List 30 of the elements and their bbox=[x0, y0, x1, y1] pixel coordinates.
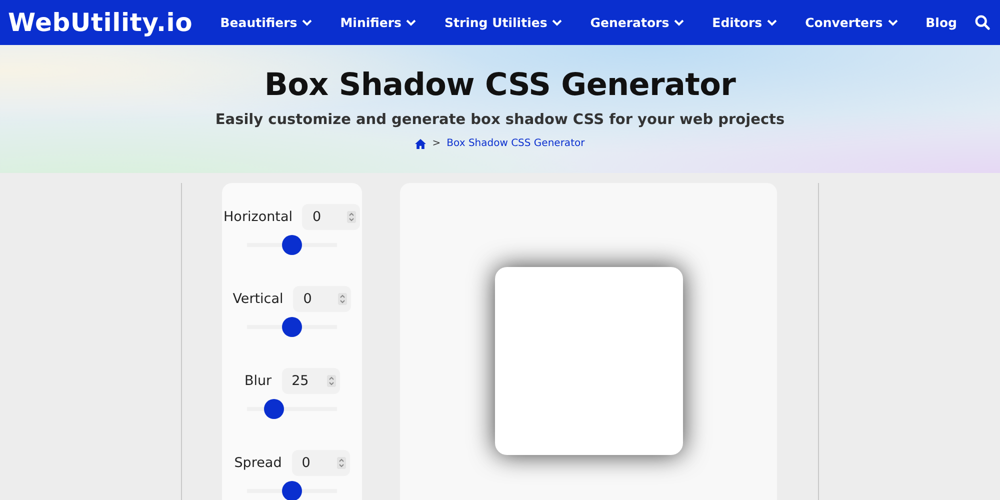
nav-link[interactable]: Editors bbox=[712, 15, 778, 30]
nav-link[interactable]: Blog bbox=[926, 15, 957, 30]
nav-link[interactable]: Beautifiers bbox=[220, 15, 312, 30]
page-subtitle: Easily customize and generate box shadow CSS for your web projects bbox=[215, 112, 785, 128]
nav-link[interactable]: Generators bbox=[590, 15, 684, 30]
control-label: Vertical bbox=[232, 291, 284, 307]
nav-link[interactable]: Converters bbox=[805, 15, 898, 30]
nav-link[interactable]: Minifiers bbox=[340, 15, 416, 30]
slider-thumb[interactable] bbox=[282, 235, 302, 255]
spinner-icon[interactable] bbox=[347, 211, 356, 223]
site-logo[interactable]: WebUtility.io bbox=[8, 8, 193, 37]
breadcrumb-link[interactable]: Box Shadow CSS Generator bbox=[446, 138, 585, 149]
home-icon[interactable] bbox=[415, 138, 426, 148]
slider-thumb[interactable] bbox=[282, 317, 302, 337]
number-field[interactable]: 0 bbox=[292, 450, 350, 476]
search-icon[interactable] bbox=[975, 15, 990, 30]
slider-thumb[interactable] bbox=[282, 481, 302, 500]
number-field[interactable]: 0 bbox=[302, 204, 360, 230]
number-field[interactable]: 0 bbox=[293, 286, 352, 312]
number-field[interactable]: 25 bbox=[282, 368, 340, 394]
slider-thumb[interactable] bbox=[264, 399, 284, 419]
control-label: Blur bbox=[244, 373, 272, 389]
page-title: Box Shadow CSS Generator bbox=[264, 67, 736, 103]
breadcrumb-separator: > bbox=[432, 138, 441, 149]
spinner-icon[interactable] bbox=[338, 293, 348, 305]
spinner-icon[interactable] bbox=[336, 457, 346, 469]
spinner-icon[interactable] bbox=[326, 375, 336, 387]
nav-link[interactable]: String Utilities bbox=[444, 15, 562, 30]
control-label: Horizontal bbox=[224, 209, 292, 225]
control-label: Spread bbox=[234, 455, 282, 471]
